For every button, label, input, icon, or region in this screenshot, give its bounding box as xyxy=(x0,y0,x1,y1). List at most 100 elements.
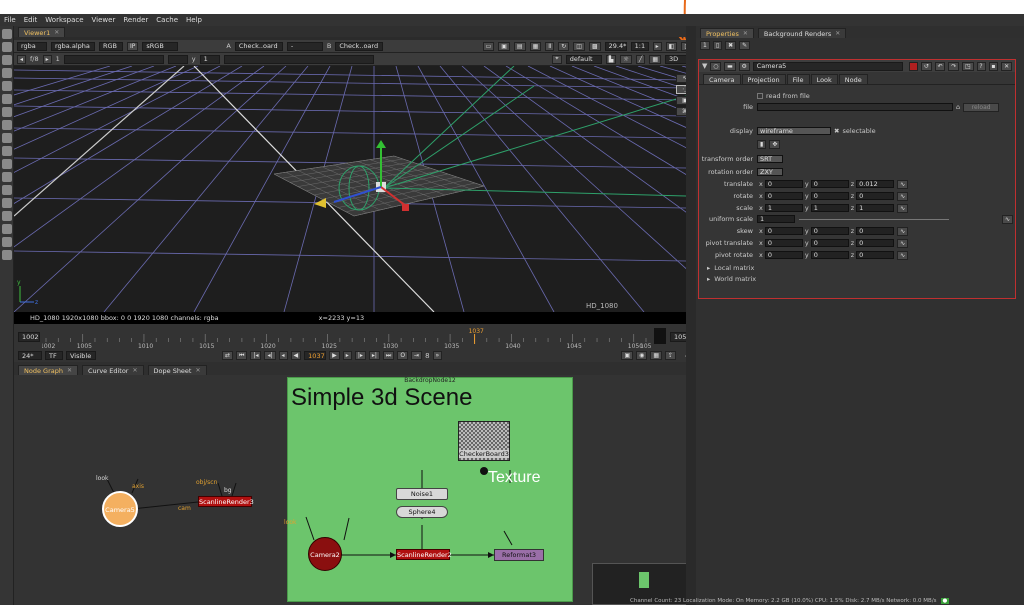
collapse-icon[interactable]: ▼ xyxy=(702,62,707,70)
tab-background-renders[interactable]: Background Renders ✕ xyxy=(757,28,847,38)
file-field[interactable] xyxy=(757,103,953,111)
gain-right-icon[interactable]: ▸ xyxy=(42,54,52,64)
tab-camera[interactable]: Camera xyxy=(703,74,741,84)
translate-z-field[interactable]: 0.012 xyxy=(856,180,895,188)
gain-left-icon[interactable]: ◂ xyxy=(17,54,27,64)
fast-forward-icon[interactable]: » xyxy=(432,351,443,360)
pivot-translate-y-field[interactable]: 0 xyxy=(810,239,849,247)
keyer-tool-icon[interactable] xyxy=(2,107,12,117)
tab-dope-sheet[interactable]: Dope Sheet ✕ xyxy=(147,365,207,375)
menu-item-viewer[interactable]: Viewer xyxy=(88,16,120,24)
noise-node[interactable]: Noise1 xyxy=(396,488,448,500)
compare-icon[interactable]: ◧ xyxy=(665,41,678,51)
pause-icon[interactable]: Ⅱ xyxy=(545,41,555,51)
folder-icon[interactable]: ⌂ xyxy=(956,103,960,111)
views-tool-icon[interactable] xyxy=(2,185,12,195)
render-icon[interactable]: ▸ xyxy=(652,41,662,51)
particles-tool-icon[interactable] xyxy=(2,159,12,169)
rotate-x-field[interactable]: 0 xyxy=(764,192,803,200)
translate-y-field[interactable]: 0 xyxy=(810,180,849,188)
tab-curve-editor[interactable]: Curve Editor ✕ xyxy=(82,365,144,375)
loop-icon[interactable]: O xyxy=(397,351,409,360)
other-tool-icon[interactable] xyxy=(2,224,12,234)
rgb-dropdown[interactable]: RGB xyxy=(99,41,123,51)
rotation-order-dropdown[interactable]: ZXY xyxy=(757,168,783,176)
texture-icon[interactable]: ▦ xyxy=(649,54,661,64)
animation-icon[interactable]: ∿ xyxy=(897,226,909,236)
node-color-icon[interactable]: ○ xyxy=(710,61,722,71)
local-matrix-row[interactable]: ▸ Local matrix xyxy=(699,263,1017,273)
viewer-toggle-icon[interactable]: ▬ xyxy=(724,61,736,71)
scale-z-field[interactable]: 1 xyxy=(856,204,895,212)
translate-x-field[interactable]: 0 xyxy=(764,180,803,188)
uniform-scale-field[interactable]: 1 xyxy=(757,215,795,223)
region-icon[interactable]: ◫ xyxy=(573,41,585,51)
metadata-tool-icon[interactable] xyxy=(2,198,12,208)
color-tool-icon[interactable] xyxy=(2,81,12,91)
tab-look[interactable]: Look xyxy=(810,74,838,84)
input-b-dropdown[interactable]: Check..oard xyxy=(335,41,384,51)
prev-frame-icon[interactable]: ◂ xyxy=(278,351,288,360)
skew-z-field[interactable]: 0 xyxy=(856,227,895,235)
paint-tool-icon[interactable] xyxy=(2,42,12,52)
expand-icon[interactable]: ▸ xyxy=(707,264,710,272)
node-graph-canvas[interactable]: BackdropNode12 Simple 3d Scene CheckerBo… xyxy=(14,375,698,605)
transform-tool-icon[interactable] xyxy=(2,133,12,143)
current-frame-field[interactable]: 1037 xyxy=(304,351,327,360)
timeline-ruler[interactable]: 1002 1005 1010 1015 1020 1025 1030 1035 1040 1045… xyxy=(42,328,652,348)
flipbook-icon[interactable]: ▣ xyxy=(621,351,634,360)
reload-button[interactable]: reload xyxy=(963,102,1000,112)
tab-node-graph[interactable]: Node Graph ✕ xyxy=(18,365,78,375)
camera-dropdown[interactable]: default xyxy=(565,54,602,64)
next-frame-icon[interactable]: ▸ xyxy=(342,351,352,360)
proxy-icon[interactable]: ▣ xyxy=(498,41,510,51)
node-name-field[interactable]: Camera5 xyxy=(752,61,904,71)
lights-icon[interactable]: ☼ xyxy=(620,54,632,64)
clear-panels-icon[interactable]: ✖ xyxy=(725,41,737,50)
skew-y-field[interactable]: 0 xyxy=(810,227,849,235)
toolsets-tool-icon[interactable] xyxy=(2,211,12,221)
close-panel-icon[interactable]: ✕ xyxy=(1001,61,1013,71)
shading-icon[interactable]: ▙ xyxy=(605,54,617,64)
y-field[interactable]: 1 xyxy=(199,54,220,64)
close-icon[interactable]: ✕ xyxy=(195,367,200,374)
step-fwd-icon[interactable]: |▸ xyxy=(354,351,366,360)
checkerboard-node[interactable]: CheckerBoard3 xyxy=(458,421,510,461)
visible-dropdown[interactable]: Visible xyxy=(66,351,96,360)
input-op-dropdown[interactable]: - xyxy=(286,41,323,51)
zoom-dropdown[interactable]: 1:1 xyxy=(630,41,649,51)
menu-item-render[interactable]: Render xyxy=(119,16,152,24)
tab-projection[interactable]: Projection xyxy=(741,74,786,84)
3d-tool-icon[interactable] xyxy=(2,146,12,156)
time-tool-icon[interactable] xyxy=(2,55,12,65)
close-icon[interactable]: ✕ xyxy=(835,30,840,37)
furnace-tool-icon[interactable] xyxy=(2,237,12,247)
tf-dropdown[interactable]: TF xyxy=(45,351,63,360)
close-icon[interactable]: ✕ xyxy=(743,30,748,37)
wireframe-icon[interactable]: ╱ xyxy=(635,54,646,64)
rotate-y-field[interactable]: 0 xyxy=(810,192,849,200)
filter-tool-icon[interactable] xyxy=(2,94,12,104)
bounce-icon[interactable]: ⇄ xyxy=(222,351,234,360)
deep-tool-icon[interactable] xyxy=(2,172,12,182)
input-a-dropdown[interactable]: Check..oard xyxy=(234,41,283,51)
playback-fps-dropdown[interactable]: 24* xyxy=(18,351,42,360)
sphere-node[interactable]: Sphere4 xyxy=(396,506,448,518)
tab-properties[interactable]: Properties ✕ xyxy=(700,28,754,38)
refresh-icon[interactable]: ↻ xyxy=(558,41,570,51)
viewer-tool-icon[interactable] xyxy=(2,29,12,39)
selectable-checkbox[interactable]: ✖ xyxy=(834,127,839,135)
max-panels-field[interactable]: 1 xyxy=(700,41,710,50)
camera-lock-icon[interactable]: ⌖ xyxy=(552,54,562,64)
reformat-node[interactable]: Reformat3 xyxy=(494,549,544,561)
menu-item-cache[interactable]: Cache xyxy=(152,16,182,24)
pivot-icon[interactable]: ✥ xyxy=(769,139,781,149)
tab-node[interactable]: Node xyxy=(838,74,868,84)
merge-tool-icon[interactable] xyxy=(2,120,12,130)
close-icon[interactable]: ✕ xyxy=(132,367,137,374)
expand-icon[interactable]: ▸ xyxy=(707,275,710,283)
tile-color-icon[interactable] xyxy=(909,61,919,71)
pivot-rotate-x-field[interactable]: 0 xyxy=(764,251,803,259)
render-frame-icon[interactable]: ▦ xyxy=(650,351,663,360)
plugins-tool-icon[interactable] xyxy=(2,250,12,260)
